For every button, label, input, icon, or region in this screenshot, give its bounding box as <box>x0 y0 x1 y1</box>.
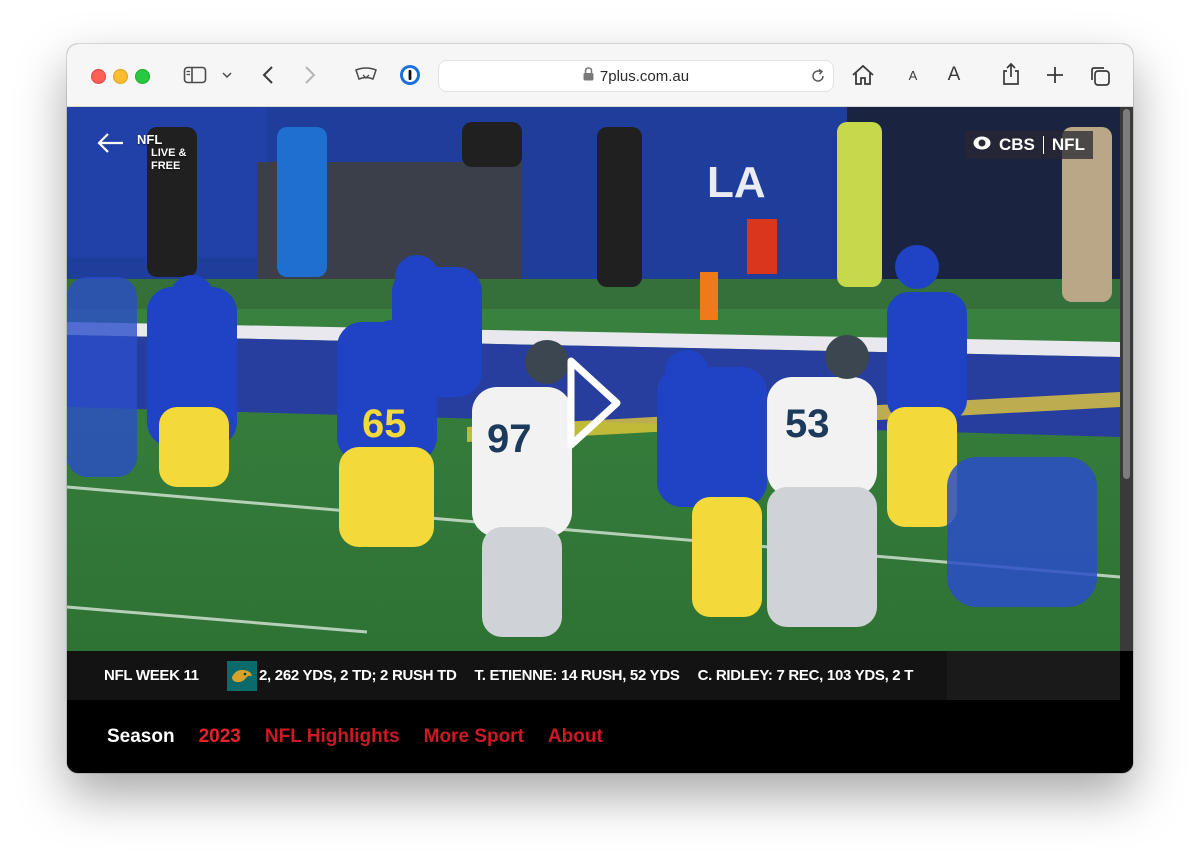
browser-toolbar: 7plus.com.au A A <box>67 44 1133 107</box>
jersey-number: 97 <box>487 417 532 461</box>
ticker-stat: C. RIDLEY: 7 REC, 103 YDS, 2 T <box>697 667 914 684</box>
play-icon[interactable] <box>567 357 623 454</box>
season-year-selector[interactable]: 2023 <box>199 726 241 748</box>
ticker-stat: T. ETIENNE: 14 RUSH, 52 YDS <box>474 667 680 684</box>
jaguars-logo-icon <box>227 660 257 691</box>
sidebar-icon[interactable] <box>182 64 208 86</box>
home-icon[interactable] <box>850 62 876 88</box>
live-badge-line1: LIVE & <box>151 147 187 159</box>
video-player[interactable]: 65 97 53 LA NFL LIVE & FREE CBS NFL <box>67 107 1120 651</box>
nav-link-about[interactable]: About <box>548 726 603 748</box>
lock-icon <box>583 67 594 85</box>
jersey-number: 53 <box>785 402 830 446</box>
close-window-button[interactable] <box>91 69 106 84</box>
jersey-number: 65 <box>362 402 407 446</box>
live-badge-league: NFL <box>137 132 163 147</box>
live-badge-line2: FREE <box>151 160 181 172</box>
text-smaller-icon[interactable]: A <box>905 64 921 86</box>
reader-icon[interactable] <box>353 64 379 86</box>
forward-icon[interactable] <box>299 64 321 86</box>
broadcaster-league: NFL <box>1051 135 1085 154</box>
ticker-stat: 2, 262 YDS, 2 TD; 2 RUSH TD <box>259 667 457 684</box>
ticker-end-panel <box>947 651 1120 700</box>
broadcaster-divider <box>1042 136 1044 154</box>
ticker-label: NFL WEEK 11 <box>104 667 199 684</box>
ticker-stats: 2, 262 YDS, 2 TD; 2 RUSH TD T. ETIENNE: … <box>259 651 950 700</box>
reload-icon[interactable] <box>809 67 827 89</box>
page-content: 65 97 53 LA NFL LIVE & FREE CBS NFL NFL … <box>67 107 1133 773</box>
password-icon[interactable] <box>398 63 422 87</box>
address-bar[interactable]: 7plus.com.au <box>438 60 834 92</box>
season-nav: Season 2023 NFL Highlights More Sport Ab… <box>67 700 1133 773</box>
share-icon[interactable] <box>1000 61 1022 87</box>
browser-window: 7plus.com.au A A 65 97 53 LA NFL LIVE & … <box>67 44 1133 773</box>
nav-link-nfl-highlights[interactable]: NFL Highlights <box>265 726 400 748</box>
season-label: Season <box>107 725 175 747</box>
minimize-window-button[interactable] <box>113 69 128 84</box>
live-free-badge: NFL LIVE & FREE <box>137 133 186 173</box>
url-text: 7plus.com.au <box>599 67 690 85</box>
scrollbar[interactable] <box>1120 107 1133 651</box>
broadcaster-bug: CBS NFL <box>965 131 1093 159</box>
score-ticker: NFL WEEK 11 2, 262 YDS, 2 TD; 2 RUSH TD … <box>67 651 1120 700</box>
plus-icon[interactable] <box>1044 64 1066 86</box>
tabs-overview-icon[interactable] <box>1088 64 1112 88</box>
chevron-down-icon[interactable] <box>220 68 234 82</box>
maximize-window-button[interactable] <box>135 69 150 84</box>
cbs-eye-icon <box>973 135 991 155</box>
broadcaster-network: CBS <box>999 135 1035 154</box>
nav-link-more-sport[interactable]: More Sport <box>424 726 524 748</box>
scrollbar-thumb[interactable] <box>1123 109 1130 479</box>
text-larger-icon[interactable]: A <box>944 62 964 88</box>
stadium-signage: LA <box>707 158 766 207</box>
back-arrow-icon[interactable] <box>95 131 125 160</box>
back-icon[interactable] <box>257 64 279 86</box>
